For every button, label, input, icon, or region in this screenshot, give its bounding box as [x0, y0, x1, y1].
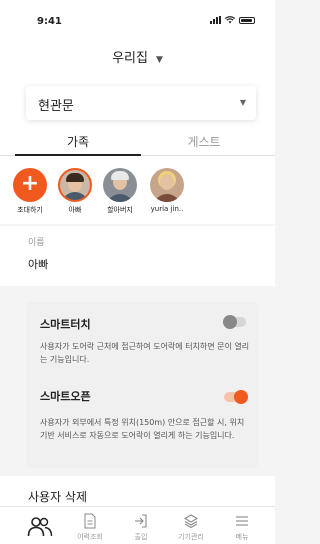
door-select-value: 현관문 [38, 99, 74, 114]
member-item[interactable]: yuria jin.. [146, 168, 188, 213]
nav-menu-label: 메뉴 [235, 533, 249, 541]
delete-user-button[interactable]: 사용자 삭제 [28, 488, 87, 505]
delete-user-section: 사용자 삭제 [0, 476, 275, 506]
smart-touch-description: 사용자가 도어락 근처에 접근하여 도어락에 터치하면 문이 열리는 기능입니다… [40, 342, 250, 364]
avatar [103, 168, 137, 202]
smart-touch-title: 스마트터치 [40, 318, 91, 331]
plus-icon: + [13, 168, 47, 202]
tab-guest[interactable]: 게스트 [141, 133, 267, 150]
member-list: + 초대하기 아빠 할아버지 yuria jin.. [0, 156, 275, 224]
nav-devices-label: 기기관리 [178, 533, 204, 541]
caret-down-icon: ▼ [155, 55, 163, 65]
invite-member[interactable]: + 초대하기 [9, 168, 51, 215]
member-name: 아빠 [68, 206, 82, 214]
nav-users[interactable] [15, 517, 65, 537]
users-icon [27, 517, 53, 537]
login-icon [135, 514, 147, 528]
home-selector[interactable]: 우리집 ▼ [0, 47, 275, 66]
name-section: 이름 아빠 [0, 226, 275, 286]
nav-history-label: 이력조회 [77, 533, 103, 541]
member-tabs: 가족 게스트 [0, 128, 275, 156]
header: 우리집 ▼ [0, 34, 275, 84]
nav-access-label: 출입 [134, 533, 148, 541]
member-item[interactable]: 아빠 [54, 168, 96, 215]
door-select-section: 현관문 ▼ [0, 84, 275, 132]
battery-icon [239, 16, 255, 24]
name-value[interactable]: 아빠 [28, 256, 48, 272]
nav-menu[interactable]: 메뉴 [217, 513, 267, 542]
layers-icon [183, 514, 199, 529]
smart-touch-toggle[interactable] [223, 315, 246, 329]
nav-devices[interactable]: 기기관리 [166, 513, 216, 542]
member-name: 초대하기 [17, 206, 43, 214]
avatar [150, 168, 184, 202]
member-item[interactable]: 할아버지 [99, 168, 141, 215]
smart-open-toggle[interactable] [224, 390, 248, 404]
smart-settings-card: 스마트터치 사용자가 도어락 근처에 접근하여 도어락에 터치하면 문이 열리는… [26, 302, 258, 468]
app-screen: 9:41 우리집 ▼ 현관문 ▼ 가족 게스트 + 초대하기 아빠 할아버지 y… [0, 0, 275, 544]
name-label: 이름 [28, 238, 45, 248]
nav-history[interactable]: 이력조회 [65, 513, 115, 542]
smart-open-description: 사용자가 외부에서 특정 위치(150m) 안으로 접근할 시, 위치기반 서비… [40, 418, 245, 440]
nav-access[interactable]: 출입 [116, 513, 166, 542]
document-icon [84, 513, 96, 529]
status-bar: 9:41 [0, 0, 275, 34]
menu-icon [236, 516, 248, 526]
status-time: 9:41 [37, 16, 62, 27]
tab-family[interactable]: 가족 [15, 133, 141, 150]
signal-icon [210, 16, 221, 24]
member-name: 할아버지 [107, 206, 133, 214]
member-name: yuria jin.. [150, 205, 184, 213]
status-icons [210, 16, 255, 24]
home-title: 우리집 [112, 51, 148, 66]
smart-open-title: 스마트오픈 [40, 390, 91, 403]
door-select[interactable]: 현관문 ▼ [26, 86, 256, 120]
caret-down-icon: ▼ [239, 98, 246, 107]
avatar [58, 168, 92, 202]
wifi-icon [225, 16, 235, 24]
bottom-nav: 이력조회 출입 기기관리 메뉴 [0, 506, 275, 544]
